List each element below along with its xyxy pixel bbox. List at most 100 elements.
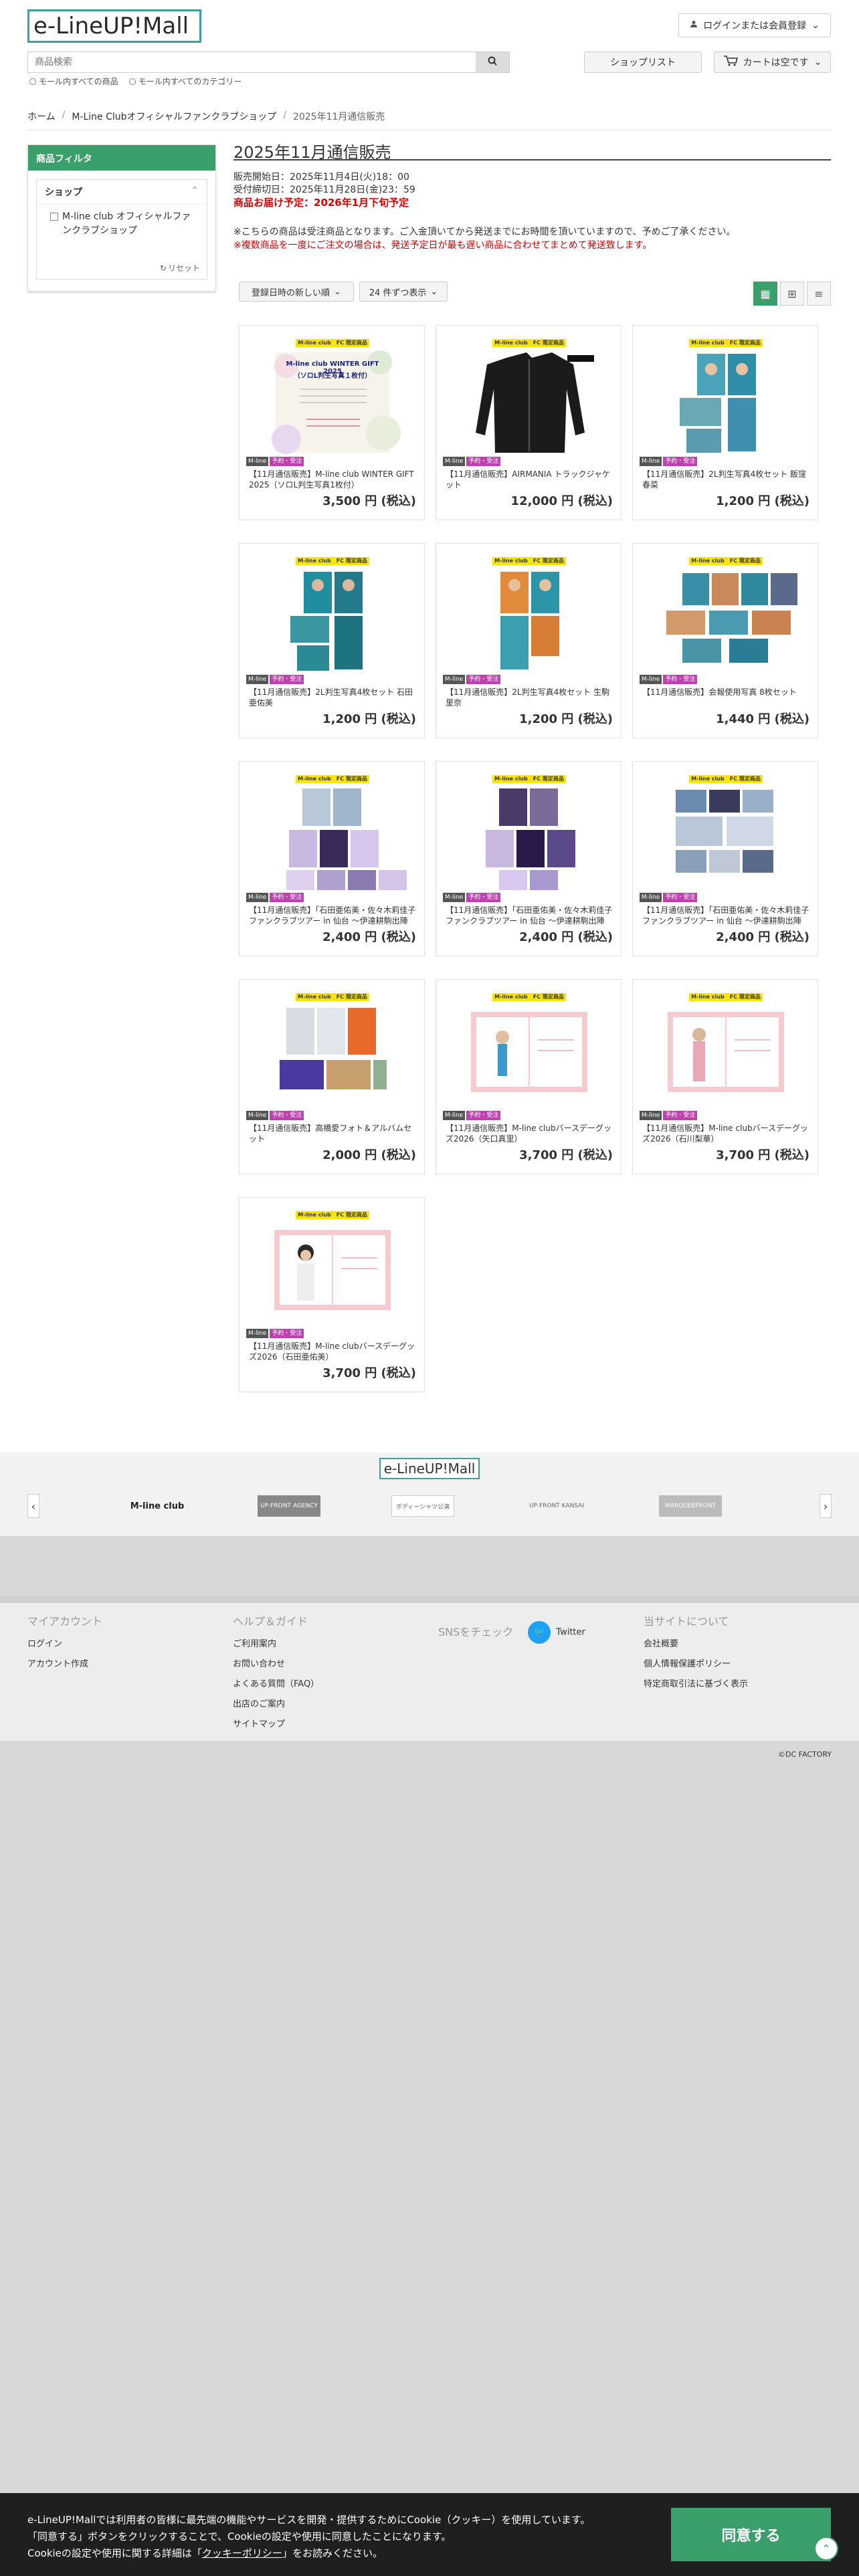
product-price: 3,700 円 (税込) xyxy=(716,1148,809,1162)
brand-item[interactable]: UP-FRONT KANSAI xyxy=(525,1495,588,1517)
footer-link-company[interactable]: 会社概要 xyxy=(644,1634,748,1654)
product-image[interactable]: M-line club FC 限定商品 xyxy=(443,768,615,895)
footer-link-sitemap[interactable]: サイトマップ xyxy=(233,1715,319,1735)
radio-icon xyxy=(29,78,36,85)
product-price: 12,000 円 (税込) xyxy=(510,494,613,508)
breadcrumb-home[interactable]: ホーム xyxy=(27,110,56,123)
grid-small-view-button[interactable]: ⊞ xyxy=(780,282,804,306)
badges: M-line 予約・受注 xyxy=(246,675,304,684)
product-name[interactable]: 【11月通信販売】高橋愛フォト＆アルバムセット xyxy=(249,1123,416,1144)
shoplist-button[interactable]: ショップリスト xyxy=(584,51,702,73)
product-card[interactable]: M-line club FC 限定商品 M-line 予約・受注 【11月通信販売… xyxy=(632,761,818,956)
reset-button[interactable]: ↻ リセット xyxy=(160,262,200,274)
brand-item[interactable]: UP-FRONT AGENCY xyxy=(258,1495,320,1517)
product-card[interactable]: M-line club FC 限定商品 M-line 予約・受注 【11月通信販売… xyxy=(436,543,622,738)
product-image[interactable]: M-line club FC 限定商品 xyxy=(640,986,812,1113)
mline-badge: M-line xyxy=(246,1111,269,1120)
product-name[interactable]: 【11月通信販売】M-line club WINTER GIFT 2025（ソロ… xyxy=(249,469,416,490)
footer-link-login[interactable]: ログイン xyxy=(27,1634,102,1654)
footer-heading: 当サイトについて xyxy=(644,1615,729,1628)
product-card[interactable]: M-line club FC 限定商品 M-line club WINTER G… xyxy=(239,325,425,520)
agree-button[interactable]: 同意する xyxy=(671,2508,831,2561)
product-image[interactable]: M-line club FC 限定商品 xyxy=(443,986,615,1113)
product-card[interactable]: M-line club FC 限定商品 M-line 予約・受注 【11月通信販売… xyxy=(632,325,818,520)
reset-label: リセット xyxy=(167,263,200,273)
yoyaku-badge: 予約・受注 xyxy=(663,893,698,902)
footer-link-tokushoho[interactable]: 特定商取引法に基づく表示 xyxy=(644,1675,748,1695)
product-name[interactable]: 【11月通信販売】「石田亜佑美・佐々木莉佳子 ファンクラブツアー in 仙台 〜… xyxy=(249,905,416,926)
login-register-button[interactable]: ログインまたは会員登録 ⌄ xyxy=(678,13,831,37)
site-logo[interactable]: e-LineUP!Mall xyxy=(27,9,201,43)
product-card[interactable]: M-line club FC 限定商品 M-line 予約・受注 【11月通信販売… xyxy=(239,1197,425,1392)
product-price: 3,500 円 (税込) xyxy=(322,494,416,508)
filter-option-shop[interactable]: M-line club オフィシャルファンクラブショップ xyxy=(37,205,207,238)
footer-link-contact[interactable]: お問い合わせ xyxy=(233,1654,319,1675)
product-image[interactable]: M-line club FC 限定商品 xyxy=(443,550,615,677)
product-card[interactable]: M-line club FC 限定商品 M-line 予約・受注 【11月通信販売… xyxy=(239,979,425,1174)
chevron-down-icon: ⌄ xyxy=(814,57,822,68)
search-input[interactable] xyxy=(28,52,476,72)
product-card[interactable]: M-line club FC 限定商品 M-line 予約・受注 【11月通信販売… xyxy=(632,979,818,1174)
product-image[interactable]: M-line club FC 限定商品 xyxy=(443,332,615,459)
chevron-left-icon[interactable]: ‹ xyxy=(27,1494,39,1518)
twitter-link[interactable]: 🐦 Twitter xyxy=(528,1621,585,1644)
product-image[interactable]: M-line club FC 限定商品 xyxy=(640,768,812,895)
footer-heading: マイアカウント xyxy=(27,1615,103,1628)
brand-item[interactable]: ボディーシャツ公演 xyxy=(391,1495,454,1517)
product-card[interactable]: M-line club FC 限定商品 M-line 予約・受注 【11月通信販売… xyxy=(436,325,622,520)
footer-link-open-shop[interactable]: 出店のご案内 xyxy=(233,1695,319,1715)
product-name[interactable]: 【11月通信販売】2L判生写真4枚セット 飯窪春菜 xyxy=(642,469,809,490)
product-card[interactable]: M-line club FC 限定商品 M-line 予約・受注 【11月通信販売… xyxy=(436,979,622,1174)
filter-group-header[interactable]: ショップ ⌃ xyxy=(37,180,207,205)
product-image[interactable]: M-line club FC 限定商品 xyxy=(640,332,812,459)
fc-label: M-line club FC 限定商品 xyxy=(689,557,763,565)
checkbox-icon[interactable] xyxy=(50,213,58,221)
product-card[interactable]: M-line club FC 限定商品 M-line 予約・受注 【11月通信販売… xyxy=(436,761,622,956)
product-image[interactable]: M-line club FC 限定商品 M-line club WINTER G… xyxy=(246,332,419,459)
product-image[interactable]: M-line club FC 限定商品 xyxy=(640,550,812,677)
brand-item[interactable]: MARQUEEFRONT xyxy=(659,1495,722,1517)
list-view-button[interactable]: ≡ xyxy=(807,282,831,306)
user-icon xyxy=(690,20,698,31)
footer-my-account: マイアカウント ログイン アカウント作成 xyxy=(27,1612,102,1675)
footer-link-register[interactable]: アカウント作成 xyxy=(27,1654,102,1675)
product-card[interactable]: M-line club FC 限定商品 M-line 予約・受注 【11月通信販売… xyxy=(239,761,425,956)
product-name[interactable]: 【11月通信販売】会報使用写真 8枚セット xyxy=(642,687,809,708)
product-image[interactable]: M-line club FC 限定商品 xyxy=(246,986,419,1113)
product-name[interactable]: 【11月通信販売】M-line clubバースデーグッズ2026（矢口真里） xyxy=(446,1123,613,1144)
chevron-right-icon[interactable]: › xyxy=(820,1494,832,1518)
twitter-icon: 🐦 xyxy=(528,1621,551,1644)
product-card[interactable]: M-line club FC 限定商品 M-line 予約・受注 【11月通信販売… xyxy=(632,543,818,738)
product-name[interactable]: 【11月通信販売】AIRMANIA トラックジャケット xyxy=(446,469,613,490)
scope-all-products[interactable]: モール内すべての商品 xyxy=(29,76,118,87)
product-name[interactable]: 【11月通信販売】2L判生写真4枚セット 生駒里奈 xyxy=(446,687,613,708)
footer-link-privacy[interactable]: 個人情報保護ポリシー xyxy=(644,1654,748,1675)
search-bar xyxy=(27,51,510,73)
product-name[interactable]: 【11月通信販売】M-line clubバースデーグッズ2026（石田亜佑美） xyxy=(249,1341,416,1362)
search-button[interactable] xyxy=(476,52,509,72)
grid-large-view-button[interactable]: ▦ xyxy=(753,282,777,306)
product-card[interactable]: M-line club FC 限定商品 M-line 予約・受注 【11月通信販売… xyxy=(239,543,425,738)
brand-item[interactable]: M-line club xyxy=(120,1495,194,1517)
brand-band-logo[interactable]: e-LineUP!Mall xyxy=(379,1458,480,1479)
cookie-policy-link[interactable]: クッキーポリシー xyxy=(202,2547,282,2559)
product-name[interactable]: 【11月通信販売】「石田亜佑美・佐々木莉佳子 ファンクラブツアー in 仙台 〜… xyxy=(446,905,613,926)
product-name[interactable]: 【11月通信販売】「石田亜佑美・佐々木莉佳子 ファンクラブツアー in 仙台 〜… xyxy=(642,905,809,926)
footer-link-faq[interactable]: よくある質問（FAQ） xyxy=(233,1675,319,1695)
breadcrumb-shop[interactable]: M-Line Clubオフィシャルファンクラブショップ xyxy=(72,110,276,123)
product-image[interactable]: M-line club FC 限定商品 xyxy=(246,768,419,895)
mline-badge: M-line xyxy=(246,457,269,466)
fc-label: M-line club FC 限定商品 xyxy=(689,339,763,347)
footer-sns: SNSをチェック 🐦 Twitter xyxy=(438,1621,585,1644)
product-image[interactable]: M-line club FC 限定商品 xyxy=(246,1204,419,1331)
notice: ※こちらの商品は受注商品となります。ご入金頂いてから発送までにお時間を頂いていま… xyxy=(233,225,736,252)
per-page-select[interactable]: 24 件ずつ表示 ⌄ xyxy=(359,282,448,302)
cart-button[interactable]: カートは空です ⌄ xyxy=(714,51,831,73)
product-name[interactable]: 【11月通信販売】M-line clubバースデーグッズ2026（石川梨華） xyxy=(642,1123,809,1144)
product-image[interactable]: M-line club FC 限定商品 xyxy=(246,550,419,677)
product-name[interactable]: 【11月通信販売】2L判生写真4枚セット 石田亜佑美 xyxy=(249,687,416,708)
scroll-top-icon[interactable]: ⌃ xyxy=(814,2537,838,2561)
footer-link-guide[interactable]: ご利用案内 xyxy=(233,1634,319,1654)
sort-select[interactable]: 登録日時の新しい順 ⌄ xyxy=(239,282,354,302)
scope-all-categories[interactable]: モール内すべてのカテゴリー xyxy=(128,76,242,87)
